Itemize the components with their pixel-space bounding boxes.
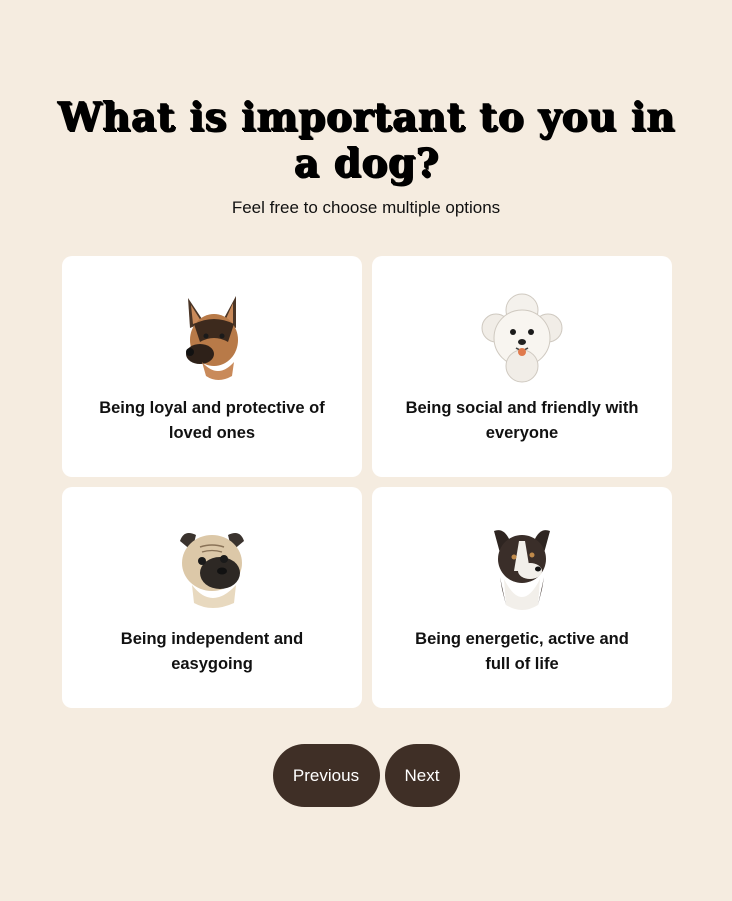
option-card-independent[interactable]: Being independent and easygoing: [62, 487, 362, 708]
question-title: What is important to you in a dog?: [57, 94, 675, 186]
options-grid: Being loyal and protective of loved ones…: [62, 256, 672, 708]
question-subtitle: Feel free to choose multiple options: [231, 198, 501, 217]
option-card-energetic[interactable]: Being energetic, active and full of life: [372, 487, 672, 708]
german-shepherd-icon: [186, 296, 238, 380]
next-button[interactable]: Next: [384, 744, 460, 807]
option-card-social[interactable]: Being social and friendly with everyone: [372, 256, 672, 477]
option-label: Being independent and easygoing: [120, 630, 304, 673]
option-label: Being social and friendly with everyone: [405, 399, 639, 442]
bichon-frise-icon: [481, 293, 563, 383]
option-label: Being loyal and protective of loved ones: [99, 399, 325, 442]
previous-button[interactable]: Previous: [272, 744, 380, 807]
option-card-loyal[interactable]: Being loyal and protective of loved ones: [62, 256, 362, 477]
border-collie-icon: [494, 530, 550, 610]
navigation-bar: Previous Next: [0, 744, 732, 807]
option-label: Being energetic, active and full of life: [415, 630, 629, 673]
pug-icon: [180, 533, 244, 608]
